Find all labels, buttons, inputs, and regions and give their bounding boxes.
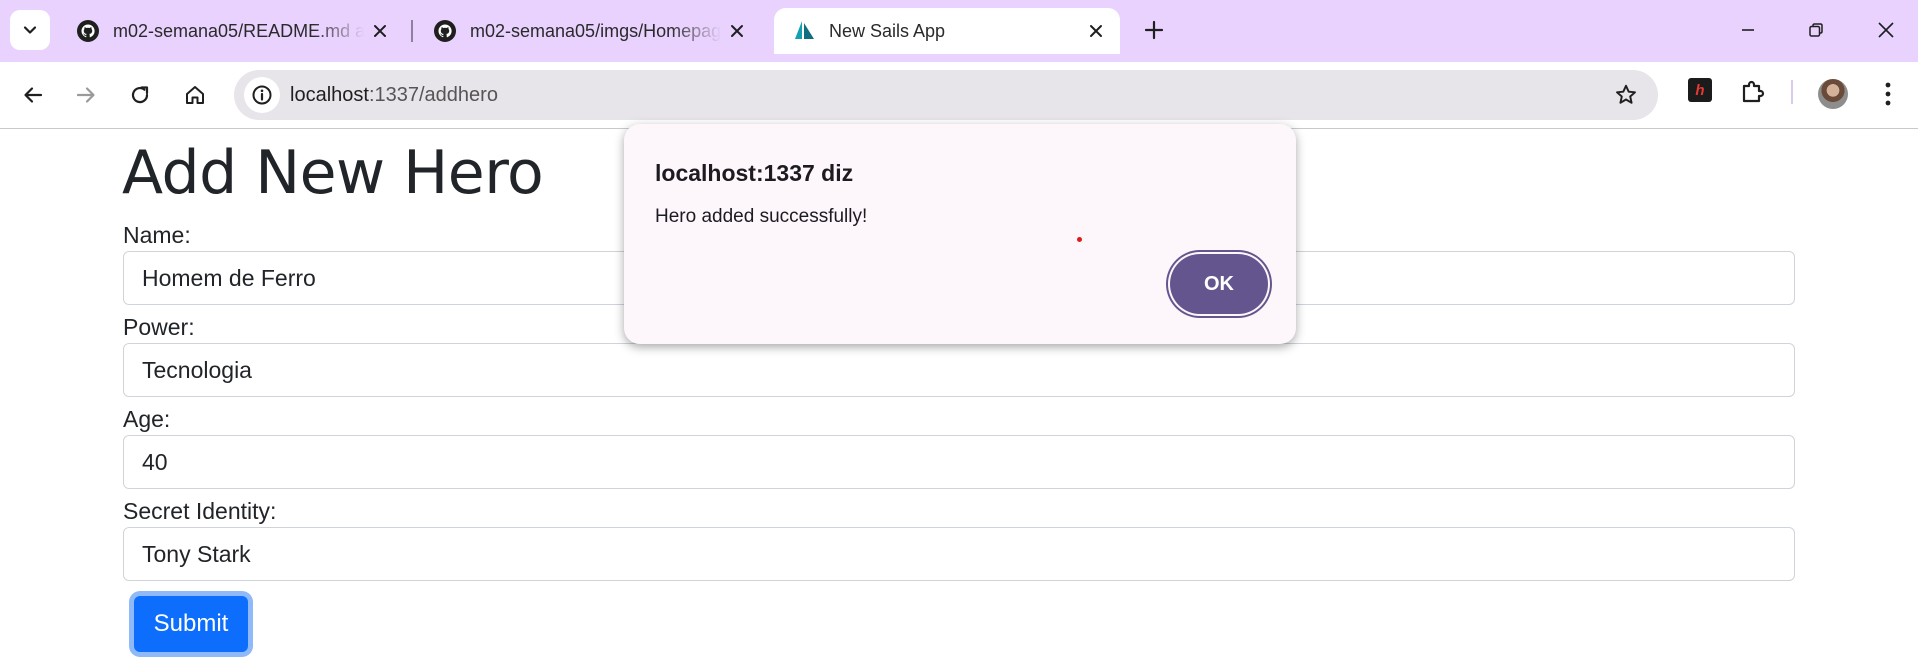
tab-title: m02-semana05/README.md at [113, 20, 364, 41]
extension-h-icon[interactable]: h [1688, 78, 1712, 102]
puzzle-icon [1742, 80, 1765, 103]
close-icon [1878, 22, 1894, 38]
url-host: localhost [290, 84, 369, 106]
submit-button[interactable]: Submit [134, 596, 248, 652]
name-label: Name: [123, 222, 191, 248]
back-button[interactable] [13, 75, 53, 115]
restore-icon [1809, 23, 1823, 37]
close-tab-icon[interactable] [721, 15, 753, 47]
bookmark-button[interactable] [1612, 81, 1640, 109]
dialog-title: localhost:1337 diz [655, 160, 854, 186]
secret-identity-input[interactable]: Tony Stark [123, 527, 1795, 581]
alert-dialog: localhost:1337 diz Hero added successful… [624, 124, 1296, 344]
tab-new-sails-app[interactable]: New Sails App [774, 8, 1120, 54]
browser-toolbar: localhost:1337/addhero [0, 62, 1918, 129]
toolbar-separator [1791, 80, 1793, 104]
url-text[interactable]: localhost:1337/addhero [290, 83, 498, 107]
age-input[interactable]: 40 [123, 435, 1795, 489]
github-icon [434, 20, 456, 42]
tab-strip: m02-semana05/README.md at m02-semana05/i… [0, 0, 1918, 62]
close-tab-icon[interactable] [1080, 15, 1112, 47]
close-tab-icon[interactable] [364, 15, 396, 47]
reload-button[interactable] [120, 75, 160, 115]
dialog-message: Hero added successfully! [655, 206, 868, 227]
age-label: Age: [123, 406, 171, 432]
new-tab-button[interactable] [1136, 12, 1172, 48]
tab-separator [411, 20, 413, 42]
profile-avatar[interactable] [1818, 79, 1848, 109]
arrow-left-icon [24, 87, 43, 103]
power-label: Power: [123, 314, 195, 340]
sails-icon [795, 21, 814, 39]
star-icon [1616, 84, 1636, 104]
tab-title: New Sails App [829, 20, 946, 41]
close-window-button[interactable] [1858, 8, 1914, 52]
home-icon [186, 86, 204, 104]
tab-title: m02-semana05/imgs/Homepag [470, 20, 721, 41]
site-info-button[interactable] [244, 77, 280, 113]
url-path: :1337/addhero [368, 84, 498, 106]
tab-search-button[interactable] [10, 10, 50, 50]
tab-homepage-img[interactable]: m02-semana05/imgs/Homepag [415, 8, 761, 54]
ok-button[interactable]: OK [1170, 254, 1268, 314]
browser-menu-button[interactable] [1873, 76, 1903, 112]
minimize-icon [1742, 29, 1754, 31]
extensions-button[interactable] [1738, 76, 1768, 106]
cursor-dot [1077, 237, 1082, 242]
forward-button[interactable] [66, 75, 106, 115]
reload-icon [131, 86, 149, 104]
arrow-right-icon [76, 87, 95, 103]
chevron-down-icon [23, 26, 37, 34]
plus-icon [1144, 20, 1164, 40]
secret-identity-label: Secret Identity: [123, 498, 277, 524]
home-button[interactable] [175, 75, 215, 115]
info-icon [252, 85, 272, 105]
tab-readme[interactable]: m02-semana05/README.md at [58, 8, 404, 54]
address-bar[interactable]: localhost:1337/addhero [234, 70, 1658, 120]
minimize-button[interactable] [1720, 8, 1776, 52]
more-vertical-icon [1885, 82, 1891, 106]
power-input[interactable]: Tecnologia [123, 343, 1795, 397]
page-title: Add New Hero [122, 138, 544, 208]
restore-button[interactable] [1788, 8, 1844, 52]
github-icon [77, 20, 99, 42]
